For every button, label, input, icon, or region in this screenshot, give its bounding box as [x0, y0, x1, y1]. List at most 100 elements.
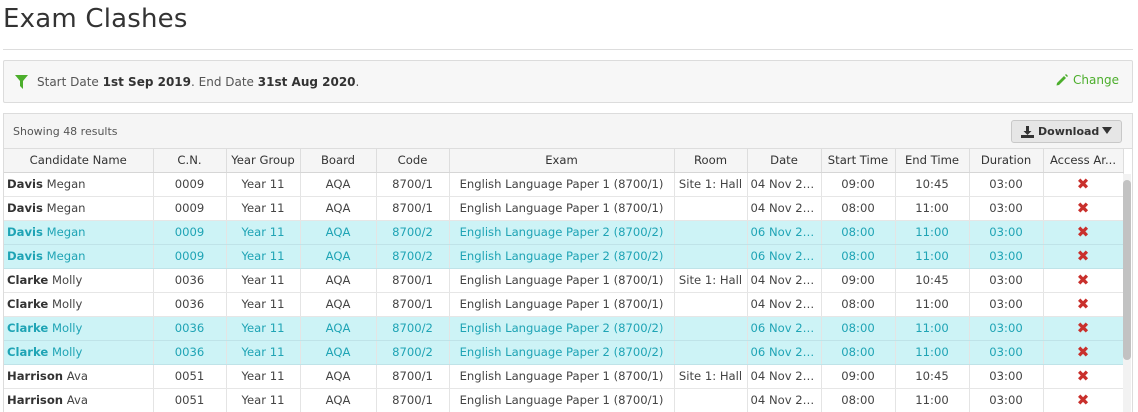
start-time-cell: 08:00 [821, 388, 896, 412]
table-row[interactable]: Clarke Molly 0036 Year 11 AQA 8700/2 English … [4, 340, 1124, 365]
candidate-surname: Harrison [7, 393, 64, 407]
date-cell: 06 Nov 20... [747, 220, 822, 245]
date-separator: . [191, 74, 199, 89]
year-group-cell: Year 11 [226, 196, 301, 221]
access-arrangements-cell: ✖ [1043, 364, 1124, 389]
date-cell: 04 Nov 20... [747, 196, 822, 221]
cross-icon: ✖ [1076, 366, 1090, 385]
exam-cell: English Language Paper 1 (8700/1) [449, 196, 675, 221]
table-scrollbar[interactable] [1123, 174, 1131, 412]
cross-icon: ✖ [1076, 222, 1090, 241]
table-row[interactable]: Davis Megan 0009 Year 11 AQA 8700/2 English L… [4, 244, 1124, 269]
column-header-code[interactable]: Code [376, 149, 450, 173]
download-button[interactable]: Download [1011, 120, 1122, 143]
candidate-number-cell: 0036 [153, 268, 227, 293]
column-header-cn[interactable]: C.N. [153, 149, 227, 173]
room-cell [674, 244, 748, 269]
candidate-surname: Clarke [7, 273, 49, 287]
candidate-forename: Molly [51, 297, 83, 311]
code-cell: 8700/2 [376, 244, 450, 269]
year-group-cell: Year 11 [226, 292, 301, 317]
column-header-year-group[interactable]: Year Group [226, 149, 301, 173]
access-arrangements-cell: ✖ [1043, 316, 1124, 341]
column-header-access-arrangements[interactable]: Access Ar... [1043, 149, 1124, 173]
cross-icon: ✖ [1076, 342, 1090, 361]
column-header-end-time[interactable]: End Time [895, 149, 970, 173]
date-cell: 04 Nov 20... [747, 292, 822, 317]
candidate-forename: Megan [46, 201, 86, 215]
candidate-forename: Molly [51, 321, 83, 335]
board-cell: AQA [300, 244, 377, 269]
board-cell: AQA [300, 172, 377, 197]
table-row[interactable]: Davis Megan 0009 Year 11 AQA 8700/2 English L… [4, 220, 1124, 245]
candidate-surname: Clarke [7, 297, 49, 311]
exam-cell: English Language Paper 2 (8700/2) [449, 244, 675, 269]
candidate-surname: Davis [7, 225, 43, 239]
access-arrangements-cell: ✖ [1043, 172, 1124, 197]
column-header-exam[interactable]: Exam [449, 149, 675, 173]
cross-icon: ✖ [1076, 270, 1090, 289]
table-header-row: Candidate Name C.N. Year Group Board Cod… [4, 149, 1124, 173]
board-cell: AQA [300, 292, 377, 317]
table-row[interactable]: Clarke Molly 0036 Year 11 AQA 8700/1 English … [4, 292, 1124, 317]
access-arrangements-cell: ✖ [1043, 220, 1124, 245]
column-header-start-time[interactable]: Start Time [821, 149, 896, 173]
cross-icon: ✖ [1076, 390, 1090, 409]
duration-cell: 03:00 [969, 268, 1044, 293]
end-time-cell: 11:00 [895, 340, 970, 365]
candidate-surname: Clarke [7, 345, 49, 359]
board-cell: AQA [300, 340, 377, 365]
start-time-cell: 08:00 [821, 316, 896, 341]
end-time-cell: 11:00 [895, 292, 970, 317]
start-time-cell: 08:00 [821, 340, 896, 365]
change-label: Change [1073, 73, 1119, 87]
end-time-cell: 11:00 [895, 388, 970, 412]
year-group-cell: Year 11 [226, 340, 301, 365]
duration-cell: 03:00 [969, 172, 1044, 197]
table-row[interactable]: Harrison Ava 0051 Year 11 AQA 8700/1 English … [4, 388, 1124, 412]
room-cell: Site 1: Hall [674, 268, 748, 293]
duration-cell: 03:00 [969, 292, 1044, 317]
exam-cell: English Language Paper 2 (8700/2) [449, 340, 675, 365]
candidate-name-cell: Davis Megan [4, 220, 154, 245]
table-row[interactable]: Harrison Ava 0051 Year 11 AQA 8700/1 English … [4, 364, 1124, 389]
column-header-date[interactable]: Date [747, 149, 822, 173]
start-time-cell: 09:00 [821, 172, 896, 197]
start-time-cell: 09:00 [821, 364, 896, 389]
access-arrangements-cell: ✖ [1043, 244, 1124, 269]
year-group-cell: Year 11 [226, 220, 301, 245]
column-header-duration[interactable]: Duration [969, 149, 1044, 173]
end-date-value: 31st Aug 2020 [257, 74, 356, 89]
table-row[interactable]: Davis Megan 0009 Year 11 AQA 8700/1 English L… [4, 196, 1124, 221]
date-cell: 06 Nov 20... [747, 316, 822, 341]
candidate-name-cell: Davis Megan [4, 244, 154, 269]
duration-cell: 03:00 [969, 388, 1044, 412]
page-title: Exam Clashes [3, 4, 188, 34]
scrollbar-thumb[interactable] [1123, 180, 1131, 360]
column-header-candidate-name[interactable]: Candidate Name [4, 149, 154, 173]
cross-icon: ✖ [1076, 294, 1090, 313]
change-dates-link[interactable]: Change [1056, 73, 1119, 87]
table-row[interactable]: Clarke Molly 0036 Year 11 AQA 8700/1 English … [4, 268, 1124, 293]
room-cell [674, 340, 748, 365]
duration-cell: 03:00 [969, 364, 1044, 389]
code-cell: 8700/1 [376, 196, 450, 221]
code-cell: 8700/1 [376, 292, 450, 317]
table-row[interactable]: Davis Megan 0009 Year 11 AQA 8700/1 English L… [4, 172, 1124, 197]
board-cell: AQA [300, 316, 377, 341]
column-header-room[interactable]: Room [674, 149, 748, 173]
date-cell: 04 Nov 20... [747, 388, 822, 412]
candidate-name-cell: Davis Megan [4, 196, 154, 221]
end-time-cell: 10:45 [895, 268, 970, 293]
date-cell: 06 Nov 20... [747, 244, 822, 269]
column-header-board[interactable]: Board [300, 149, 377, 173]
room-cell: Site 1: Hall [674, 364, 748, 389]
candidate-surname: Davis [7, 249, 43, 263]
date-cell: 04 Nov 20... [747, 268, 822, 293]
candidate-name-cell: Davis Megan [4, 172, 154, 197]
results-panel: Showing 48 results Download Candidate Na… [3, 113, 1133, 412]
candidate-forename: Ava [66, 369, 88, 383]
caret-down-icon [1102, 127, 1112, 134]
table-row[interactable]: Clarke Molly 0036 Year 11 AQA 8700/2 English … [4, 316, 1124, 341]
end-time-cell: 10:45 [895, 364, 970, 389]
